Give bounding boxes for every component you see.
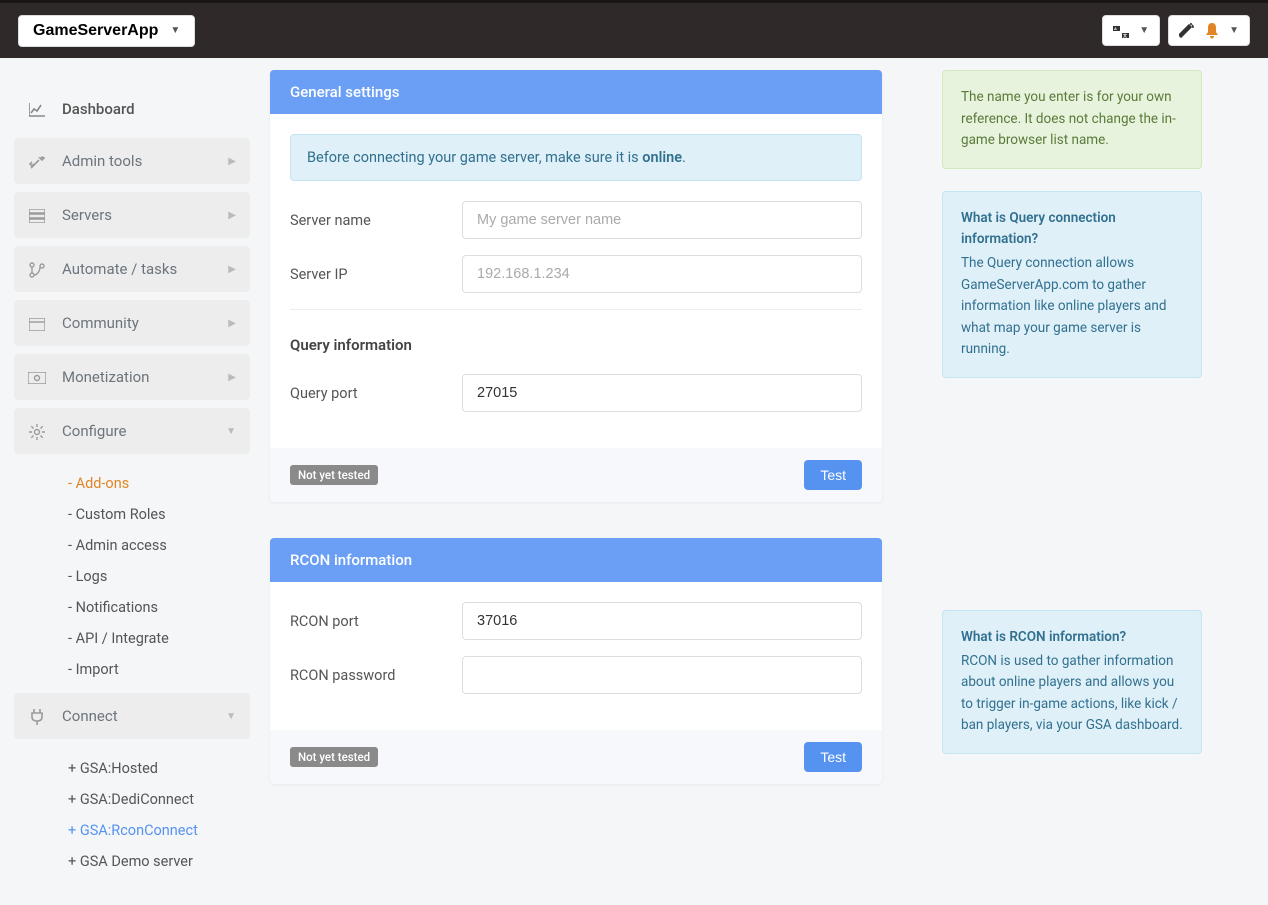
query-status-badge: Not yet tested xyxy=(290,465,378,485)
sidebar-sub-logs[interactable]: - Logs xyxy=(14,561,250,592)
sidebar-monetization[interactable]: Monetization ▶ xyxy=(14,354,250,400)
chevron-right-icon: ▶ xyxy=(228,210,236,221)
sidebar-label: Servers xyxy=(62,206,112,224)
server-icon xyxy=(28,206,46,224)
test-query-button[interactable]: Test xyxy=(804,460,862,490)
sidebar-configure[interactable]: Configure ▼ xyxy=(14,408,250,454)
caret-down-icon: ▼ xyxy=(170,25,180,36)
sidebar-sub-addons[interactable]: - Add-ons xyxy=(14,468,250,499)
tools-icon xyxy=(28,152,46,170)
query-port-input[interactable] xyxy=(462,374,862,412)
query-info-body: The Query connection allows GameServerAp… xyxy=(961,255,1166,357)
query-info-title: What is Query connection information? xyxy=(961,208,1183,251)
language-dropdown[interactable]: A文 ▼ xyxy=(1102,15,1160,46)
sidebar-servers[interactable]: Servers ▶ xyxy=(14,192,250,238)
sidebar-dashboard-label: Dashboard xyxy=(62,100,135,118)
bell-icon xyxy=(1205,22,1219,39)
connect-submenu: + GSA:Hosted + GSA:DediConnect + GSA:Rco… xyxy=(14,747,250,885)
server-name-input[interactable] xyxy=(462,201,862,239)
sidebar: Dashboard Admin tools ▶ Servers ▶ Automa… xyxy=(14,70,250,885)
sidebar-label: Community xyxy=(62,314,139,332)
rcon-status-badge: Not yet tested xyxy=(290,747,378,767)
gear-icon xyxy=(28,422,46,440)
query-port-label: Query port xyxy=(290,385,462,402)
online-alert: Before connecting your game server, make… xyxy=(290,134,862,181)
alert-online-word: online xyxy=(642,149,682,166)
sidebar-sub-import[interactable]: - Import xyxy=(14,654,250,685)
configure-submenu: - Add-ons - Custom Roles - Admin access … xyxy=(14,462,250,693)
wand-icon xyxy=(1179,22,1195,39)
chart-icon xyxy=(28,100,46,118)
test-rcon-button[interactable]: Test xyxy=(804,742,862,772)
sidebar-sub-hosted[interactable]: + GSA:Hosted xyxy=(14,753,250,784)
rcon-info-box: What is RCON information? RCON is used t… xyxy=(942,610,1202,754)
rcon-port-input[interactable] xyxy=(462,602,862,640)
svg-text:A: A xyxy=(1114,26,1117,31)
sidebar-sub-admin-access[interactable]: - Admin access xyxy=(14,530,250,561)
language-icon: A文 xyxy=(1113,23,1129,38)
chevron-down-icon: ▼ xyxy=(226,711,236,722)
sidebar-label: Admin tools xyxy=(62,152,142,170)
rcon-card: RCON information RCON port RCON password… xyxy=(270,538,882,784)
topbar: GameServerApp ▼ A文 ▼ ▼ xyxy=(0,0,1268,58)
query-info-box: What is Query connection information? Th… xyxy=(942,191,1202,378)
sidebar-sub-notifications[interactable]: - Notifications xyxy=(14,592,250,623)
sidebar-dashboard[interactable]: Dashboard xyxy=(14,88,250,130)
sidebar-sub-rconconnect[interactable]: + GSA:RconConnect xyxy=(14,815,250,846)
sidebar-connect[interactable]: Connect ▼ xyxy=(14,693,250,739)
brand-label: GameServerApp xyxy=(33,22,158,40)
name-note-text: The name you enter is for your own refer… xyxy=(961,89,1176,148)
info-column: The name you enter is for your own refer… xyxy=(942,70,1202,885)
sidebar-sub-custom-roles[interactable]: - Custom Roles xyxy=(14,499,250,530)
branch-icon xyxy=(28,260,46,278)
sidebar-label: Automate / tasks xyxy=(62,260,177,278)
server-name-label: Server name xyxy=(290,212,462,229)
plug-icon xyxy=(28,707,46,725)
sidebar-sub-api[interactable]: - API / Integrate xyxy=(14,623,250,654)
brand-dropdown[interactable]: GameServerApp ▼ xyxy=(18,15,195,47)
general-settings-header: General settings xyxy=(270,70,882,114)
sidebar-automate[interactable]: Automate / tasks ▶ xyxy=(14,246,250,292)
chevron-right-icon: ▶ xyxy=(228,264,236,275)
server-ip-input[interactable] xyxy=(462,255,862,293)
money-icon xyxy=(28,368,46,386)
name-note-box: The name you enter is for your own refer… xyxy=(942,70,1202,169)
alert-suffix: . xyxy=(682,149,686,166)
caret-down-icon: ▼ xyxy=(1229,25,1239,36)
sidebar-sub-demo[interactable]: + GSA Demo server xyxy=(14,846,250,877)
main-content: General settings Before connecting your … xyxy=(270,70,882,885)
chevron-right-icon: ▶ xyxy=(228,372,236,383)
sidebar-label: Monetization xyxy=(62,368,149,386)
rcon-info-body: RCON is used to gather information about… xyxy=(961,653,1183,734)
query-section-title: Query information xyxy=(290,336,862,354)
notifications-dropdown[interactable]: ▼ xyxy=(1168,15,1250,46)
sidebar-sub-dediconnect[interactable]: + GSA:DediConnect xyxy=(14,784,250,815)
general-settings-card: General settings Before connecting your … xyxy=(270,70,882,502)
caret-down-icon: ▼ xyxy=(1139,25,1149,36)
sidebar-label: Connect xyxy=(62,707,118,725)
sidebar-label: Configure xyxy=(62,422,127,440)
rcon-header: RCON information xyxy=(270,538,882,582)
rcon-port-label: RCON port xyxy=(290,613,462,630)
sidebar-admin-tools[interactable]: Admin tools ▶ xyxy=(14,138,250,184)
chevron-down-icon: ▼ xyxy=(226,426,236,437)
window-icon xyxy=(28,314,46,332)
rcon-password-label: RCON password xyxy=(290,667,462,684)
chevron-right-icon: ▶ xyxy=(228,156,236,167)
chevron-right-icon: ▶ xyxy=(228,318,236,329)
alert-prefix: Before connecting your game server, make… xyxy=(307,149,642,166)
sidebar-community[interactable]: Community ▶ xyxy=(14,300,250,346)
divider xyxy=(290,309,862,310)
topbar-right: A文 ▼ ▼ xyxy=(1102,15,1250,46)
server-ip-label: Server IP xyxy=(290,266,462,283)
rcon-password-input[interactable] xyxy=(462,656,862,694)
rcon-info-title: What is RCON information? xyxy=(961,627,1183,649)
